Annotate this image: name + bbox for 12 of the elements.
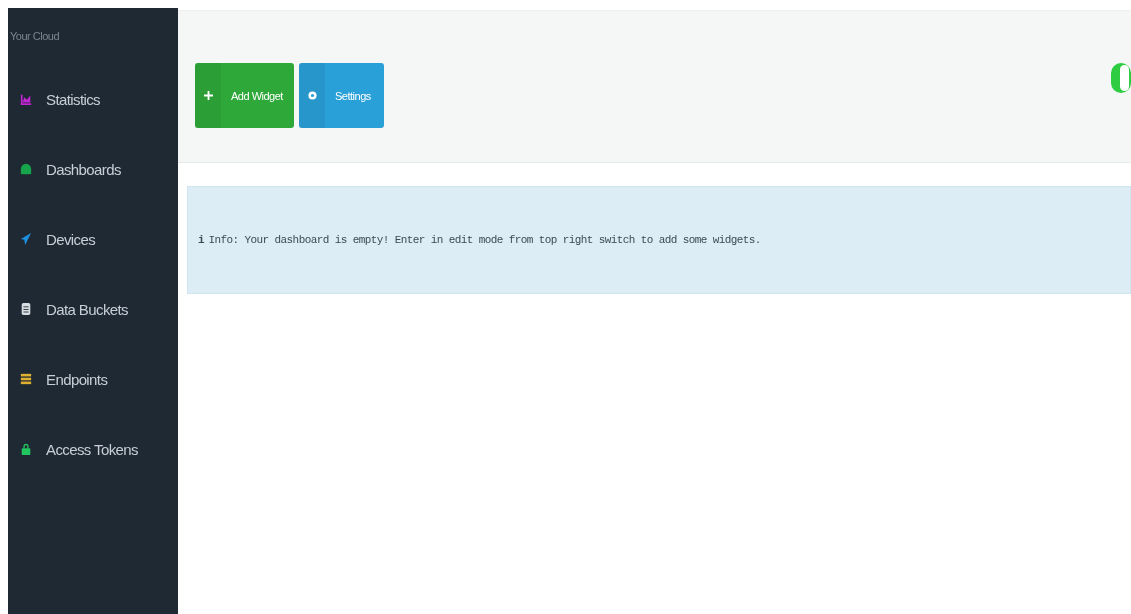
edit-mode-switch[interactable] [1111,63,1131,93]
sidebar-item[interactable]: Access Tokens [8,414,178,484]
sidebar-item[interactable]: Dashboards [8,134,178,204]
brand-name: Your Cloud [10,30,61,42]
info-icon: i [198,234,205,246]
sidebar-item[interactable]: Statistics [8,64,178,134]
gear-icon [307,91,317,100]
sidebar-item[interactable]: Data Buckets [8,274,178,344]
plus-icon [203,91,213,100]
sidebar-item[interactable]: Endpoints [8,344,178,414]
alert-message: Info: Your dashboard is empty! Enter in edit mode from top right switch to add some widgets. [208,234,761,246]
sidebar-item[interactable]: Devices [8,204,178,274]
